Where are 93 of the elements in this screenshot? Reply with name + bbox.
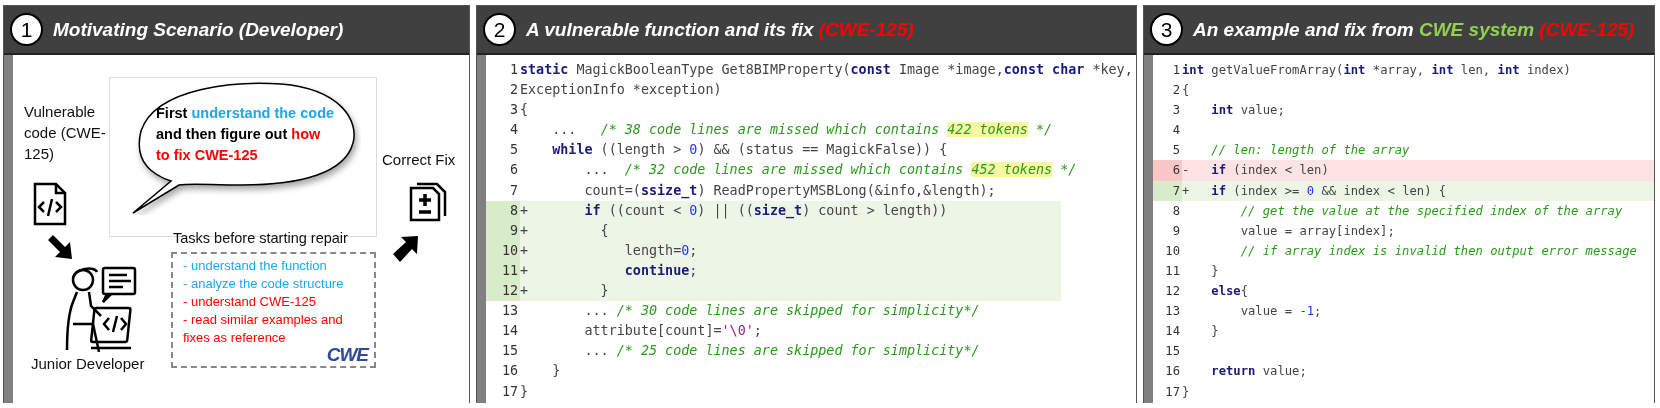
line-number: 17	[1164, 383, 1181, 401]
correct-fix-label: Correct Fix	[382, 151, 456, 168]
code-file-icon	[33, 182, 67, 226]
panel-title: An example and fix from CWE system (CWE-125)	[1193, 18, 1635, 41]
step-number: 1	[10, 13, 43, 46]
arrow-icon	[391, 234, 419, 264]
step-number: 3	[1150, 13, 1183, 46]
code-text: return value;	[1210, 363, 1307, 381]
line-number: 12	[1164, 283, 1181, 301]
line-number: 16	[500, 362, 519, 381]
code-text: {	[599, 221, 609, 240]
line-number: 14	[500, 322, 519, 341]
line-number: 6	[1153, 160, 1182, 181]
line-number: 7	[1153, 180, 1182, 201]
code-text: }	[551, 362, 561, 381]
line-number: 13	[500, 302, 519, 321]
tasks-title: Tasks before starting repair	[173, 230, 348, 246]
diff-marker: +	[520, 201, 529, 220]
task-item: - understand the function	[183, 257, 328, 275]
line-number: 3	[1171, 102, 1181, 120]
code-text: ... /* 32 code lines are missed which contains 452 tokens */	[583, 161, 1077, 180]
diff-marker: +	[520, 261, 529, 280]
line-number: 13	[1164, 303, 1181, 321]
code-text: if (index >= 0 && index < len) {	[1210, 182, 1447, 200]
arrow-icon	[46, 234, 74, 260]
line-number: 7	[508, 181, 519, 200]
developer-label: Junior Developer	[31, 355, 145, 372]
code-text: continue;	[623, 261, 698, 280]
code-text: int value;	[1210, 102, 1285, 120]
code-text: count=(ssize_t) ReadPropertyMSBLong(&info,&length);	[583, 181, 996, 201]
line-number: 5	[1171, 142, 1181, 160]
line-number: 10	[486, 240, 520, 261]
code-text: }	[520, 382, 529, 401]
diff-marker: +	[520, 282, 529, 301]
line-number: 11	[486, 260, 520, 282]
code-text: // len: length of the array	[1210, 142, 1410, 160]
diff-marker: +	[1182, 182, 1190, 200]
diff-marker: -	[1182, 162, 1190, 180]
code-text: ... /* 30 code lines are skipped for simplicity*/	[583, 302, 980, 321]
code-text: value = -1;	[1239, 303, 1322, 321]
code-text: attribute[count]='\0';	[583, 322, 762, 341]
code-text: }	[1210, 262, 1219, 280]
line-number: 12	[486, 281, 520, 302]
task-item: - analyze the code structure	[183, 275, 345, 293]
line-number: 14	[1164, 323, 1181, 341]
code-text: static MagickBooleanType Get8BIMProperty(const Image *image,const char *key,	[520, 61, 1133, 79]
code-text: {	[520, 101, 529, 120]
line-number: 2	[1171, 82, 1181, 100]
line-number: 9	[486, 220, 520, 241]
code-text: ... /* 25 code lines are skipped for simplicity*/	[583, 342, 980, 361]
line-number: 8	[1171, 202, 1181, 220]
line-number: 6	[508, 161, 519, 180]
code-text: {	[1182, 82, 1190, 100]
logo: CWE	[326, 345, 368, 365]
line-number: 5	[508, 141, 519, 160]
code-text: ... /* 38 code lines are missed which contains 422 tokens */	[551, 121, 1053, 140]
line-number: 15	[500, 342, 519, 361]
panel-title: A vulnerable function and its fix (CWE-125)	[526, 18, 914, 41]
step-number: 2	[483, 13, 516, 46]
code-text: if (index < len)	[1210, 162, 1329, 180]
code-text: }	[1210, 323, 1219, 341]
line-number: 17	[500, 382, 519, 401]
code-text: else{	[1210, 283, 1249, 301]
task-item: - understand CWE-125	[183, 293, 317, 311]
vulnerable-code-label: Vulnerable code (CWE-125)	[24, 102, 107, 164]
line-number: 1	[508, 61, 519, 79]
task-item: - read similar examples and fixes as reference	[183, 311, 344, 347]
code-text: // if array index is invalid then output error message	[1239, 242, 1637, 260]
diff-marker: +	[520, 221, 529, 240]
line-number: 4	[1171, 122, 1181, 140]
panel-title: Motivating Scenario (Developer)	[53, 18, 344, 41]
line-number: 1	[1171, 62, 1181, 79]
line-number: 9	[1171, 222, 1181, 240]
speech-bubble-text: First understand the code and then figure out how to fix CWE-125	[156, 104, 335, 165]
line-number: 2	[508, 81, 519, 100]
code-text: value = array[index];	[1239, 222, 1395, 240]
line-number: 4	[508, 121, 519, 140]
code-text: int getValueFromArray(int *array, int len, int index)	[1182, 62, 1571, 79]
code-text: if ((count < 0) || ((size_t) count > length))	[583, 201, 948, 221]
line-number: 11	[1164, 262, 1181, 280]
line-number: 10	[1164, 242, 1181, 260]
line-number: 15	[1164, 343, 1181, 361]
code-text: }	[1182, 383, 1190, 401]
code-text: length=0;	[623, 241, 698, 260]
code-text: // get the value at the specified index of the array	[1239, 202, 1623, 220]
code-text: while ((length > 0) && (status == MagickFalse)) {	[551, 141, 948, 160]
diff-marker: +	[520, 241, 529, 260]
line-number: 8	[486, 200, 520, 221]
code-text: ExceptionInfo *exception)	[520, 81, 722, 100]
code-text: }	[599, 282, 609, 301]
line-number: 16	[1164, 363, 1181, 381]
line-number: 3	[508, 101, 519, 120]
document-plus-minus-icon	[409, 182, 447, 222]
